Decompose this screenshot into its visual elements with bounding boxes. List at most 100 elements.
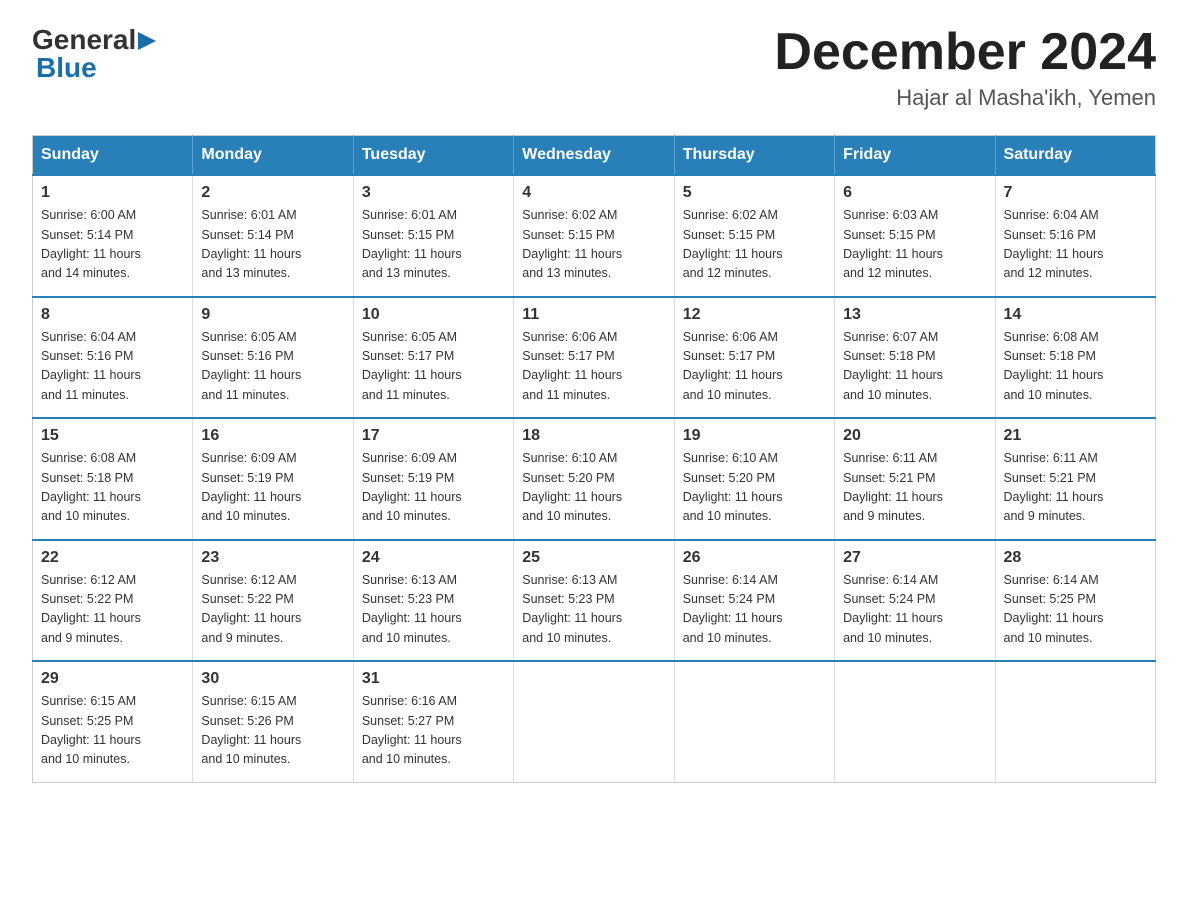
calendar-cell: 26 Sunrise: 6:14 AMSunset: 5:24 PMDayligh… [674,540,834,662]
day-number: 25 [522,549,665,567]
calendar-cell: 22 Sunrise: 6:12 AMSunset: 5:22 PMDayligh… [33,540,193,662]
day-number: 30 [201,670,344,688]
calendar-cell: 5 Sunrise: 6:02 AMSunset: 5:15 PMDaylight… [674,175,834,297]
calendar-cell: 30 Sunrise: 6:15 AMSunset: 5:26 PMDayligh… [193,661,353,782]
calendar-cell: 1 Sunrise: 6:00 AMSunset: 5:14 PMDaylight… [33,175,193,297]
day-info: Sunrise: 6:05 AMSunset: 5:17 PMDaylight:… [362,328,505,406]
header-cell-sunday: Sunday [33,136,193,176]
calendar-cell: 14 Sunrise: 6:08 AMSunset: 5:18 PMDayligh… [995,297,1155,419]
day-info: Sunrise: 6:10 AMSunset: 5:20 PMDaylight:… [683,449,826,527]
calendar-week-row: 8Sunrise: 6:04 AMSunset: 5:16 PMDaylight… [33,297,1156,419]
day-number: 4 [522,184,665,202]
day-number: 31 [362,670,505,688]
day-number: 5 [683,184,826,202]
calendar-week-row: 29Sunrise: 6:15 AMSunset: 5:25 PMDayligh… [33,661,1156,782]
calendar-cell [674,661,834,782]
calendar-header: SundayMondayTuesdayWednesdayThursdayFrid… [33,136,1156,176]
calendar-cell: 15 Sunrise: 6:08 AMSunset: 5:18 PMDayligh… [33,418,193,540]
calendar-cell: 6 Sunrise: 6:03 AMSunset: 5:15 PMDaylight… [835,175,995,297]
day-number: 17 [362,427,505,445]
calendar-cell: 24 Sunrise: 6:13 AMSunset: 5:23 PMDayligh… [353,540,513,662]
day-info: Sunrise: 6:01 AMSunset: 5:15 PMDaylight:… [362,206,505,284]
calendar-week-row: 1 Sunrise: 6:00 AMSunset: 5:14 PMDaylight… [33,175,1156,297]
calendar-week-row: 15 Sunrise: 6:08 AMSunset: 5:18 PMDayligh… [33,418,1156,540]
day-number: 22 [41,549,184,567]
day-info: Sunrise: 6:01 AMSunset: 5:14 PMDaylight:… [201,206,344,284]
day-number: 18 [522,427,665,445]
header-cell-monday: Monday [193,136,353,176]
header-cell-tuesday: Tuesday [353,136,513,176]
day-info: Sunrise: 6:08 AMSunset: 5:18 PMDaylight:… [1004,328,1147,406]
page-header: General Blue December 2024 Hajar al Mash… [32,24,1156,111]
calendar-body: 1 Sunrise: 6:00 AMSunset: 5:14 PMDaylight… [33,175,1156,782]
calendar-cell: 23 Sunrise: 6:12 AMSunset: 5:22 PMDayligh… [193,540,353,662]
day-info: Sunrise: 6:12 AMSunset: 5:22 PMDaylight:… [201,571,344,649]
logo-blue-text: Blue [36,52,156,84]
header-row: SundayMondayTuesdayWednesdayThursdayFrid… [33,136,1156,176]
day-number: 7 [1004,184,1147,202]
calendar-cell: 28Sunrise: 6:14 AMSunset: 5:25 PMDayligh… [995,540,1155,662]
header-cell-friday: Friday [835,136,995,176]
day-info: Sunrise: 6:14 AMSunset: 5:24 PMDaylight:… [843,571,986,649]
calendar-subtitle: Hajar al Masha'ikh, Yemen [774,85,1156,111]
calendar-cell: 27Sunrise: 6:14 AMSunset: 5:24 PMDayligh… [835,540,995,662]
day-info: Sunrise: 6:11 AMSunset: 5:21 PMDaylight:… [843,449,986,527]
day-info: Sunrise: 6:06 AMSunset: 5:17 PMDaylight:… [683,328,826,406]
calendar-table: SundayMondayTuesdayWednesdayThursdayFrid… [32,135,1156,783]
day-info: Sunrise: 6:14 AMSunset: 5:24 PMDaylight:… [683,571,826,649]
day-number: 24 [362,549,505,567]
day-number: 26 [683,549,826,567]
day-info: Sunrise: 6:15 AMSunset: 5:26 PMDaylight:… [201,692,344,770]
day-info: Sunrise: 6:09 AMSunset: 5:19 PMDaylight:… [201,449,344,527]
day-info: Sunrise: 6:13 AMSunset: 5:23 PMDaylight:… [362,571,505,649]
day-info: Sunrise: 6:09 AMSunset: 5:19 PMDaylight:… [362,449,505,527]
day-info: Sunrise: 6:05 AMSunset: 5:16 PMDaylight:… [201,328,344,406]
day-info: Sunrise: 6:13 AMSunset: 5:23 PMDaylight:… [522,571,665,649]
calendar-cell: 21 Sunrise: 6:11 AMSunset: 5:21 PMDayligh… [995,418,1155,540]
day-number: 1 [41,184,184,202]
calendar-cell [514,661,674,782]
day-number: 14 [1004,306,1147,324]
day-number: 11 [522,306,665,324]
day-info: Sunrise: 6:02 AMSunset: 5:15 PMDaylight:… [683,206,826,284]
day-number: 23 [201,549,344,567]
day-info: Sunrise: 6:04 AMSunset: 5:16 PMDaylight:… [1004,206,1147,284]
day-info: Sunrise: 6:08 AMSunset: 5:18 PMDaylight:… [41,449,184,527]
day-info: Sunrise: 6:16 AMSunset: 5:27 PMDaylight:… [362,692,505,770]
day-number: 13 [843,306,986,324]
day-number: 16 [201,427,344,445]
calendar-cell: 25 Sunrise: 6:13 AMSunset: 5:23 PMDayligh… [514,540,674,662]
calendar-cell: 12 Sunrise: 6:06 AMSunset: 5:17 PMDayligh… [674,297,834,419]
calendar-cell: 10Sunrise: 6:05 AMSunset: 5:17 PMDayligh… [353,297,513,419]
day-number: 12 [683,306,826,324]
calendar-cell: 13 Sunrise: 6:07 AMSunset: 5:18 PMDayligh… [835,297,995,419]
calendar-cell: 19 Sunrise: 6:10 AMSunset: 5:20 PMDayligh… [674,418,834,540]
calendar-cell: 20 Sunrise: 6:11 AMSunset: 5:21 PMDayligh… [835,418,995,540]
day-info: Sunrise: 6:15 AMSunset: 5:25 PMDaylight:… [41,692,184,770]
day-number: 6 [843,184,986,202]
header-cell-thursday: Thursday [674,136,834,176]
day-number: 21 [1004,427,1147,445]
calendar-cell: 29Sunrise: 6:15 AMSunset: 5:25 PMDayligh… [33,661,193,782]
day-info: Sunrise: 6:00 AMSunset: 5:14 PMDaylight:… [41,206,184,284]
day-number: 20 [843,427,986,445]
calendar-cell: 7 Sunrise: 6:04 AMSunset: 5:16 PMDaylight… [995,175,1155,297]
day-number: 19 [683,427,826,445]
title-block: December 2024 Hajar al Masha'ikh, Yemen [774,24,1156,111]
day-number: 15 [41,427,184,445]
calendar-cell: 4Sunrise: 6:02 AMSunset: 5:15 PMDaylight… [514,175,674,297]
day-info: Sunrise: 6:12 AMSunset: 5:22 PMDaylight:… [41,571,184,649]
day-info: Sunrise: 6:10 AMSunset: 5:20 PMDaylight:… [522,449,665,527]
day-info: Sunrise: 6:11 AMSunset: 5:21 PMDaylight:… [1004,449,1147,527]
day-info: Sunrise: 6:04 AMSunset: 5:16 PMDaylight:… [41,328,184,406]
header-cell-saturday: Saturday [995,136,1155,176]
day-info: Sunrise: 6:07 AMSunset: 5:18 PMDaylight:… [843,328,986,406]
calendar-week-row: 22 Sunrise: 6:12 AMSunset: 5:22 PMDayligh… [33,540,1156,662]
day-number: 28 [1004,549,1147,567]
day-info: Sunrise: 6:03 AMSunset: 5:15 PMDaylight:… [843,206,986,284]
day-number: 9 [201,306,344,324]
calendar-cell: 9 Sunrise: 6:05 AMSunset: 5:16 PMDaylight… [193,297,353,419]
logo-triangle-icon [138,32,156,50]
calendar-cell: 8Sunrise: 6:04 AMSunset: 5:16 PMDaylight… [33,297,193,419]
calendar-cell: 2Sunrise: 6:01 AMSunset: 5:14 PMDaylight… [193,175,353,297]
